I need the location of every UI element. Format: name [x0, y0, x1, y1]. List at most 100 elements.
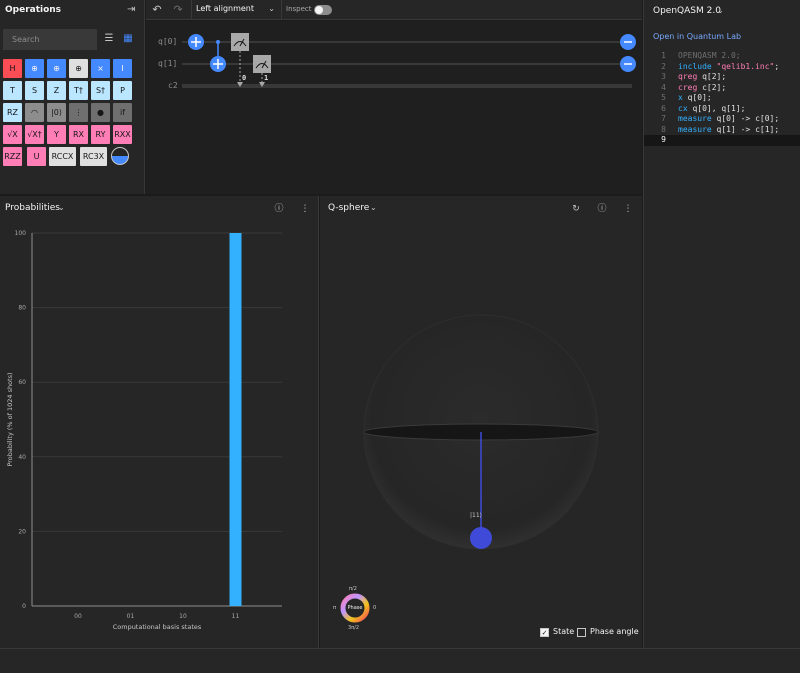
toggle-knob: [315, 6, 323, 14]
gate-0[interactable]: H: [3, 59, 22, 78]
gate-14[interactable]: |0⟩: [47, 103, 66, 122]
gate-6[interactable]: T: [3, 81, 22, 100]
qsphere-visual: [340, 314, 599, 623]
gate-10[interactable]: S†: [91, 81, 110, 100]
gate-12[interactable]: RZ: [3, 103, 22, 122]
phase-angle-checkbox-label: Phase angle: [590, 627, 639, 636]
circuit-toolbar: ↶ ↷ Left alignment ⌄ Inspect: [146, 0, 642, 20]
state-checkbox[interactable]: ✓: [540, 628, 549, 637]
code-token: measure: [678, 114, 717, 123]
chevron-down-icon[interactable]: ⌄: [717, 6, 724, 15]
y-tick-label: 40: [18, 454, 26, 461]
code-token: x: [678, 93, 688, 102]
alignment-dropdown[interactable]: Left alignment ⌄: [191, 0, 282, 20]
gate-18[interactable]: √X: [3, 125, 22, 144]
gate-20[interactable]: Y: [47, 125, 66, 144]
code-token: OPENQASM 2.0;: [678, 51, 741, 60]
code-line: 6 cx q[0], q[1];: [644, 104, 800, 115]
state-checkbox-label: State: [553, 627, 575, 636]
measure-index-0: 0: [242, 74, 247, 82]
operations-panel: Operations ⇥ ☰ ▦ H⊕⊕⊕⨯ITSZT†S†PRZ◠|0⟩⋮●i…: [0, 0, 145, 194]
gate-25[interactable]: U: [27, 147, 46, 166]
gate-8[interactable]: Z: [47, 81, 66, 100]
collapse-panel-icon[interactable]: ⇥: [127, 4, 139, 16]
code-token: "qelib1.inc": [716, 61, 775, 71]
alignment-value: Left alignment: [196, 4, 255, 13]
search-input[interactable]: [3, 29, 97, 50]
code-token: c[2];: [702, 82, 727, 92]
gate-3[interactable]: ⊕: [69, 59, 88, 78]
gate-13[interactable]: ◠: [25, 103, 44, 122]
code-line: 7 measure q[0] -> c[0];: [644, 114, 800, 125]
open-quantum-lab-link[interactable]: Open in Quantum Lab: [653, 32, 741, 41]
inspect-label: Inspect: [286, 5, 312, 13]
phase-left-label: π: [333, 605, 337, 611]
qsphere-panel: Q-sphere ⌄ ↻ ⓘ ⋮ |11⟩ Phase π/2 π 0 3π/2…: [320, 196, 642, 648]
line-number: 6: [661, 103, 666, 113]
code-line: 2 include "qelib1.inc";: [644, 62, 800, 73]
y-axis-label: Probability (% of 1024 shots): [6, 372, 14, 466]
phase-top-label: π/2: [349, 586, 357, 592]
qasm-editor-panel: OpenQASM 2.0 ⌄ Open in Quantum Lab 1 OPEN…: [643, 0, 800, 648]
code-token: qreg: [678, 72, 703, 81]
gate-15[interactable]: ⋮: [69, 103, 88, 122]
gate-2[interactable]: ⊕: [47, 59, 66, 78]
code-line: 4 creg c[2];: [644, 83, 800, 94]
gate-5[interactable]: I: [113, 59, 132, 78]
code-line: 1 OPENQASM 2.0;: [644, 51, 800, 62]
y-tick-label: 80: [18, 305, 26, 312]
gate-21[interactable]: RX: [69, 125, 88, 144]
status-bar: [0, 648, 800, 673]
qasm-title: OpenQASM 2.0: [653, 6, 721, 16]
redo-icon[interactable]: ↷: [171, 3, 185, 17]
y-tick-label: 20: [18, 528, 26, 535]
code-token: q[0] -> c[0];: [716, 114, 780, 123]
gate-27[interactable]: RC3X: [80, 147, 107, 166]
line-number: 5: [661, 93, 666, 102]
gate-9[interactable]: T†: [69, 81, 88, 100]
line-number: 9: [661, 135, 666, 144]
gate-23[interactable]: RXX: [113, 125, 132, 144]
state-point-11: [470, 527, 492, 549]
code-line: 3 qreg q[2];: [644, 72, 800, 83]
gate-17[interactable]: if: [113, 103, 132, 122]
gate-16[interactable]: ●: [91, 103, 110, 122]
code-token: q[0];: [687, 93, 712, 102]
code-token: cx: [678, 103, 693, 113]
x-tick-label: 10: [179, 613, 187, 620]
gate-24[interactable]: RZZ: [3, 147, 22, 166]
x-tick-label: 00: [74, 613, 82, 620]
code-token: ;: [774, 61, 780, 71]
code-line: 8 measure q[1] -> c[1];: [644, 125, 800, 136]
phase-wheel-label: Phase: [347, 605, 363, 611]
y-tick-label: 0: [22, 603, 26, 610]
gate-4[interactable]: ⨯: [91, 59, 110, 78]
bar-11: [229, 233, 242, 606]
line-number: 4: [661, 82, 666, 92]
phase-right-label: 0: [373, 605, 377, 611]
undo-icon[interactable]: ↶: [150, 3, 164, 17]
inspect-toggle[interactable]: [314, 5, 332, 15]
gate-19[interactable]: √X†: [25, 125, 44, 144]
phase-angle-checkbox[interactable]: [577, 628, 586, 637]
line-number: 8: [661, 124, 666, 134]
grid-view-icon[interactable]: ▦: [121, 32, 135, 46]
x-axis-label: Computational basis states: [113, 623, 202, 631]
gate-22[interactable]: RY: [91, 125, 110, 144]
gate-7[interactable]: S: [25, 81, 44, 100]
code-token: include: [678, 61, 717, 71]
phase-bottom-label: 3π/2: [348, 625, 360, 631]
code-token: creg: [678, 82, 703, 92]
circuit-composer: q[0] q[1] c2 0 1: [146, 21, 642, 194]
line-number: 2: [661, 61, 666, 71]
y-tick-label: 100: [15, 230, 27, 237]
bloch-sphere-gate-icon[interactable]: [111, 147, 129, 165]
code-token: measure: [678, 124, 717, 134]
code-token: q[0], q[1];: [692, 103, 746, 113]
gate-1[interactable]: ⊕: [25, 59, 44, 78]
gate-26[interactable]: RCCX: [49, 147, 76, 166]
measure-index-1: 1: [264, 74, 269, 82]
probability-chart: 0 20 40 60 80 100 00 01 10 11 Computational basis …: [6, 230, 282, 631]
gate-11[interactable]: P: [113, 81, 132, 100]
list-view-icon[interactable]: ☰: [102, 32, 116, 46]
